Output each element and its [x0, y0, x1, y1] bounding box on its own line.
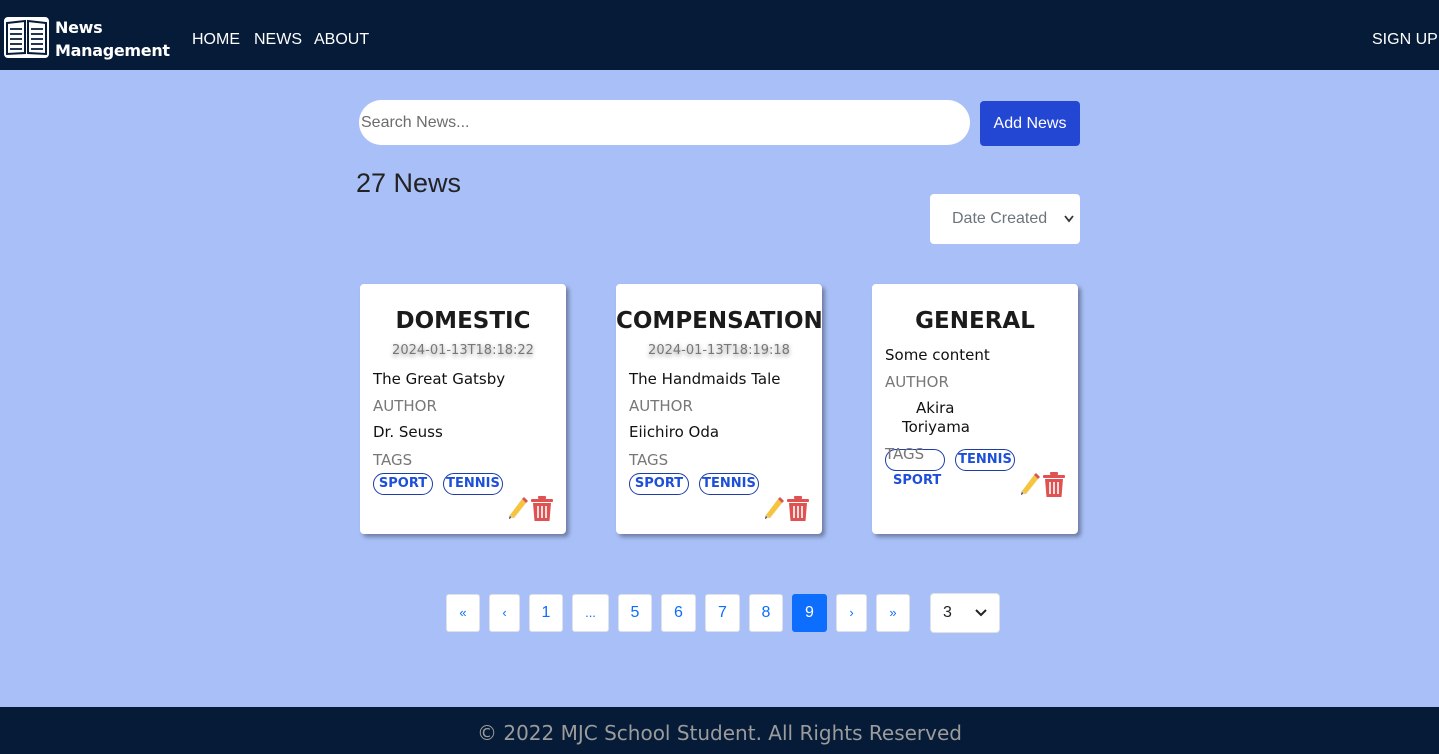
tags-label: TAGS — [629, 451, 669, 469]
page-button-1[interactable]: 1 — [529, 594, 563, 632]
tag-tennis[interactable]: TENNIS — [699, 473, 759, 495]
add-news-button[interactable]: Add News — [980, 101, 1080, 146]
card-content: Some content — [885, 346, 990, 364]
news-card[interactable]: COMPENSATION 2024-01-13T18:19:18 The Han… — [616, 284, 823, 534]
page-size-select[interactable]: 3 — [930, 593, 1000, 633]
page-prev-button[interactable]: ‹ — [489, 594, 520, 632]
page-size-value: 3 — [943, 604, 952, 621]
chevron-down-icon — [1064, 194, 1074, 265]
card-title: COMPENSATION — [616, 308, 823, 334]
tag-sport[interactable]: SPORT — [629, 473, 689, 495]
nav-about[interactable]: ABOUT — [314, 30, 369, 50]
author-label: AUTHOR — [629, 397, 693, 415]
card-author-line-1: Akira — [916, 399, 955, 417]
news-card[interactable]: DOMESTIC 2024-01-13T18:18:22 The Great G… — [360, 284, 566, 534]
author-label: AUTHOR — [373, 397, 437, 415]
sort-select[interactable]: Date Created — [930, 194, 1080, 244]
brand-line-1: News — [55, 18, 103, 37]
trash-icon[interactable] — [531, 496, 553, 521]
tag-sport[interactable]: SPORT — [373, 473, 433, 495]
pencil-icon[interactable] — [508, 496, 528, 520]
nav-news[interactable]: NEWS — [254, 30, 302, 50]
tag-tennis[interactable]: TENNIS — [443, 473, 503, 495]
chevron-down-icon — [975, 594, 987, 647]
page-first-button[interactable]: « — [446, 594, 480, 632]
card-content: The Great Gatsby — [373, 370, 506, 388]
card-author: Eiichiro Oda — [629, 423, 720, 441]
news-count-title: 27 News — [356, 168, 462, 198]
page-button-8[interactable]: 8 — [749, 594, 783, 632]
footer-copyright: © 2022 MJC School Student. All Rights Re… — [477, 721, 962, 745]
pencil-icon[interactable] — [1020, 472, 1040, 496]
brand-name[interactable]: News Management — [55, 16, 170, 62]
card-date: 2024-01-13T18:18:22 — [392, 343, 534, 358]
card-title: GENERAL — [915, 308, 1035, 334]
sign-up-link[interactable]: SIGN UP — [1372, 30, 1438, 50]
brand-line-2: Management — [55, 41, 170, 60]
page-last-button[interactable]: » — [876, 594, 910, 632]
trash-icon[interactable] — [1043, 472, 1065, 497]
footer: © 2022 MJC School Student. All Rights Re… — [0, 707, 1439, 754]
tag-sport-label[interactable]: SPORT — [893, 473, 941, 488]
book-logo-icon[interactable] — [2, 15, 51, 60]
card-date: 2024-01-13T18:19:18 — [648, 343, 790, 358]
page-button-5[interactable]: 5 — [618, 594, 652, 632]
tags-label: TAGS — [373, 451, 413, 469]
page-button-9-active[interactable]: 9 — [792, 594, 827, 632]
card-title: DOMESTIC — [395, 308, 531, 334]
card-content: The Handmaids Tale — [629, 370, 781, 388]
card-author: Dr. Seuss — [373, 423, 443, 441]
tag-tennis[interactable]: TENNIS — [955, 449, 1015, 471]
page-next-button[interactable]: › — [836, 594, 867, 632]
search-input[interactable] — [359, 100, 970, 145]
page-ellipsis[interactable]: ... — [572, 594, 609, 632]
card-author-line-2: Toriyama — [902, 418, 970, 436]
trash-icon[interactable] — [787, 496, 809, 521]
page-button-6[interactable]: 6 — [661, 594, 696, 632]
pencil-icon[interactable] — [764, 496, 784, 520]
navbar: News Management HOME NEWS ABOUT SIGN UP — [0, 0, 1439, 70]
page-button-7[interactable]: 7 — [705, 594, 740, 632]
tags-label: TAGS — [885, 445, 925, 463]
nav-home[interactable]: HOME — [192, 30, 240, 50]
author-label: AUTHOR — [885, 373, 949, 391]
sort-selected-value: Date Created — [952, 210, 1048, 227]
news-card[interactable]: GENERAL Some content AUTHOR Akira Toriya… — [872, 284, 1078, 534]
